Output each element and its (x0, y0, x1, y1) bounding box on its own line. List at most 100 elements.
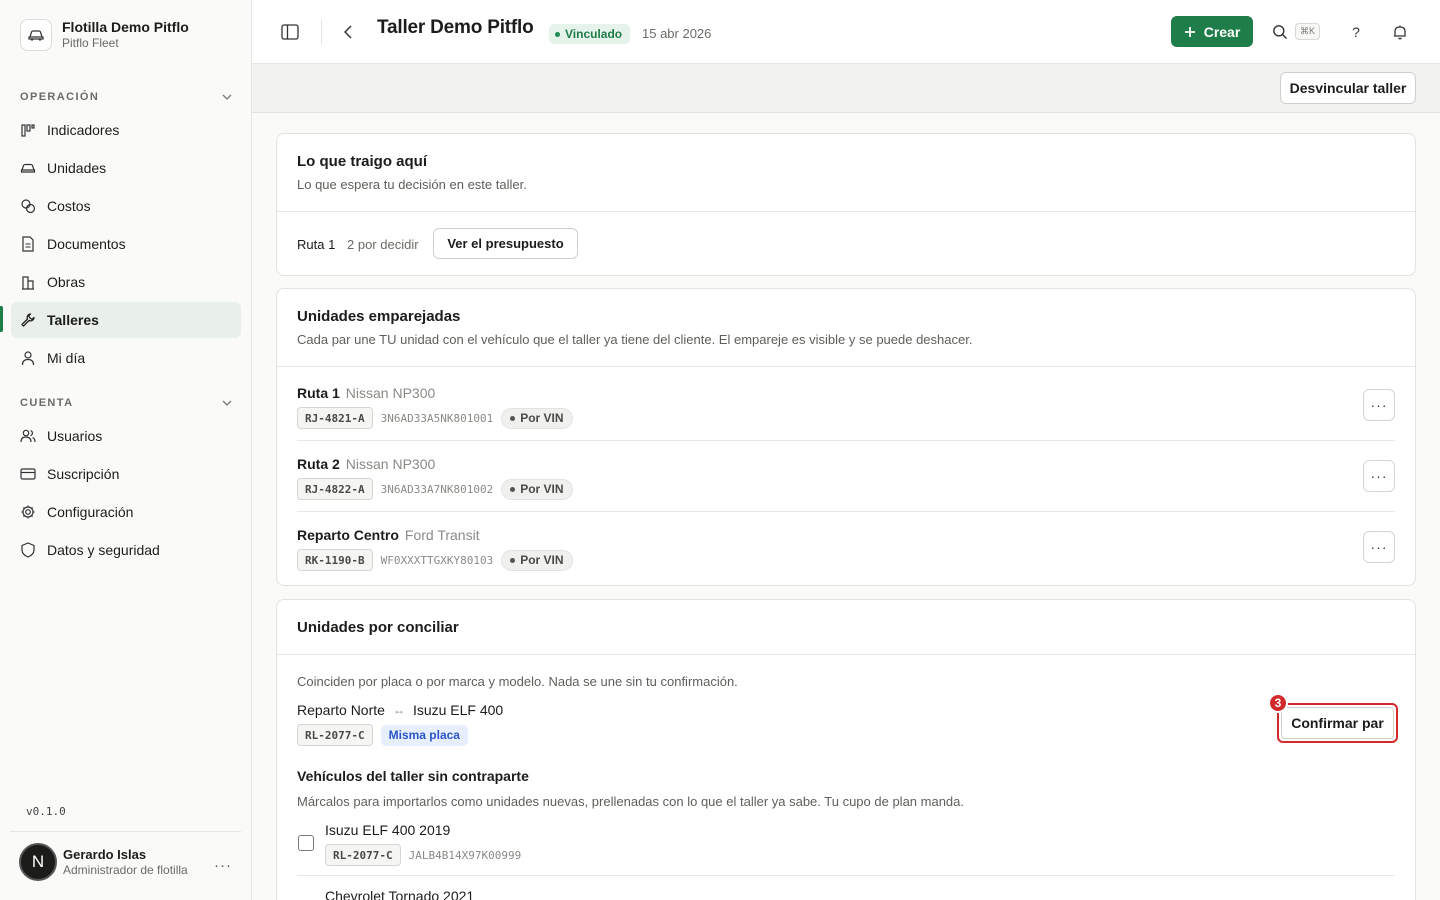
page-title: Taller Demo Pitflo (377, 17, 534, 38)
user-profile[interactable]: N Gerardo Islas Administrador de flotill… (19, 843, 188, 881)
step-marker: 3 (1268, 693, 1288, 713)
org-name: Flotilla Demo Pitflo (62, 19, 189, 35)
back-chevron-icon[interactable] (340, 22, 356, 42)
sidebar-item-configuracion[interactable]: Configuración (11, 494, 241, 530)
shield-icon (20, 542, 36, 558)
section-label: CUENTA (20, 397, 74, 409)
gear-icon (20, 504, 36, 520)
status-dot (510, 486, 516, 492)
sidebar-item-documentos[interactable]: Documentos (11, 226, 241, 262)
confirm-pair-button[interactable]: Confirmar par (1281, 707, 1394, 739)
unit-model: Nissan NP300 (345, 456, 436, 472)
car-icon (20, 160, 36, 176)
sidebar-item-usuarios[interactable]: Usuarios (11, 418, 241, 454)
divider (10, 831, 241, 832)
sidebar-item-talleres[interactable]: Talleres (11, 302, 241, 338)
plate-badge: RJ-4822-A (297, 478, 373, 500)
vin-text: JALB4B14X97K00999 (408, 848, 522, 862)
sidebar-item-label: Unidades (47, 160, 107, 176)
car-icon (20, 18, 52, 51)
bell-icon[interactable] (1390, 22, 1410, 42)
app-version: v0.1.0 (26, 805, 66, 818)
status-label: Vinculado (565, 27, 623, 41)
view-budget-button[interactable]: Ver el presupuesto (433, 228, 578, 259)
section-subtitle: Márcalos para importarlos como unidades … (297, 794, 965, 809)
unit-name: Ruta 1 (297, 385, 340, 401)
org-subtitle: Pitflo Fleet (62, 36, 119, 50)
card-title: Lo que traigo aquí (297, 153, 427, 170)
section-title: Vehículos del taller sin contraparte (297, 768, 529, 784)
help-icon[interactable]: ? (1346, 22, 1366, 42)
row-more-button[interactable]: ··· (1363, 531, 1395, 563)
document-icon (20, 236, 36, 252)
sidebar-item-mi-dia[interactable]: Mi día (11, 340, 241, 376)
avatar: N (19, 843, 57, 881)
sidebar-item-label: Datos y seguridad (47, 542, 160, 558)
sidebar: Flotilla Demo Pitflo Pitflo Fleet OPERAC… (0, 0, 252, 900)
sidebar-item-indicadores[interactable]: Indicadores (11, 112, 241, 148)
row-more-button[interactable]: ··· (1363, 460, 1395, 492)
page-date: 15 abr 2026 (642, 26, 712, 41)
create-button[interactable]: Crear (1171, 16, 1253, 47)
section-label: OPERACIÓN (20, 91, 100, 103)
candidate-pair: Reparto Norte ↔ Isuzu ELF 400 RL-2077-C … (297, 702, 503, 746)
vin-text: 3N6AD33A5NK801001 (380, 411, 494, 425)
active-indicator (0, 306, 3, 332)
sidebar-item-label: Usuarios (47, 428, 103, 444)
top-bar: Taller Demo Pitflo Vinculado 15 abr 2026… (252, 0, 1440, 64)
search-icon[interactable] (1271, 23, 1289, 41)
sidebar-toggle-icon[interactable] (280, 22, 300, 42)
vehicle-name: Chevrolet Tornado 2021 (325, 888, 475, 900)
match-label: Por VIN (520, 411, 564, 425)
divider (252, 112, 1440, 113)
match-badge: Por VIN (501, 478, 573, 500)
card-subtitle: Cada par une TU unidad con el vehículo q… (297, 332, 973, 347)
vin-text: WF0XXXTTGXKY80103 (380, 553, 494, 567)
own-unit-name: Reparto Norte (297, 702, 385, 718)
user-icon (20, 350, 36, 366)
match-badge: Por VIN (501, 407, 573, 429)
status-badge: Vinculado (549, 24, 631, 44)
wrench-icon (20, 312, 36, 328)
sidebar-item-costos[interactable]: Costos (11, 188, 241, 224)
sidebar-item-label: Documentos (47, 236, 126, 252)
card-subtitle: Lo que espera tu decisión en este taller… (297, 177, 527, 192)
more-icon[interactable]: ··· (214, 857, 232, 874)
card-subtitle: Coinciden por placa o por marca y modelo… (297, 674, 738, 689)
vehicle-name: Isuzu ELF 400 2019 (325, 822, 451, 838)
user-role: Administrador de flotilla (63, 862, 188, 877)
divider (277, 366, 1415, 367)
reconcile-card: Unidades por conciliar Coinciden por pla… (276, 599, 1416, 900)
confirm-pair-highlight: Confirmar par (1277, 703, 1398, 743)
divider (297, 875, 1395, 876)
sidebar-item-suscripcion[interactable]: Suscripción (11, 456, 241, 492)
coins-icon (20, 198, 36, 214)
section-operacion[interactable]: OPERACIÓN (20, 91, 232, 103)
sidebar-item-label: Talleres (47, 312, 99, 328)
list-item: Ruta 2 Nissan NP300 RJ-4822-A 3N6AD33A7NK… (297, 456, 1395, 502)
sidebar-item-label: Obras (47, 274, 86, 290)
divider (321, 20, 322, 44)
unlink-workshop-button[interactable]: Desvincular taller (1280, 72, 1416, 104)
list-item: Reparto Centro Ford Transit RK-1190-B WF0… (297, 527, 1395, 573)
section-cuenta[interactable]: CUENTA (20, 397, 232, 409)
divider (277, 654, 1415, 655)
status-dot (510, 557, 516, 563)
sidebar-item-label: Costos (47, 198, 91, 214)
org-switcher[interactable]: Flotilla Demo Pitflo Pitflo Fleet (20, 18, 189, 51)
unit-name: Reparto Centro (297, 527, 399, 543)
plus-icon (1184, 26, 1195, 37)
divider (297, 511, 1395, 512)
match-reason-badge: Misma placa (380, 724, 468, 746)
sidebar-item-unidades[interactable]: Unidades (11, 150, 241, 186)
sidebar-item-obras[interactable]: Obras (11, 264, 241, 300)
match-label: Por VIN (520, 482, 564, 496)
import-checkbox[interactable] (298, 835, 314, 851)
list-item: Isuzu ELF 400 2019 RL-2077-C JALB4B14X97… (297, 822, 1395, 867)
sidebar-item-datos-seguridad[interactable]: Datos y seguridad (11, 532, 241, 568)
plate-badge: RK-1190-B (297, 549, 373, 571)
status-dot (510, 415, 516, 421)
row-more-button[interactable]: ··· (1363, 389, 1395, 421)
pending-route: Ruta 1 (297, 237, 336, 252)
plate-badge: RL-2077-C (325, 844, 401, 866)
